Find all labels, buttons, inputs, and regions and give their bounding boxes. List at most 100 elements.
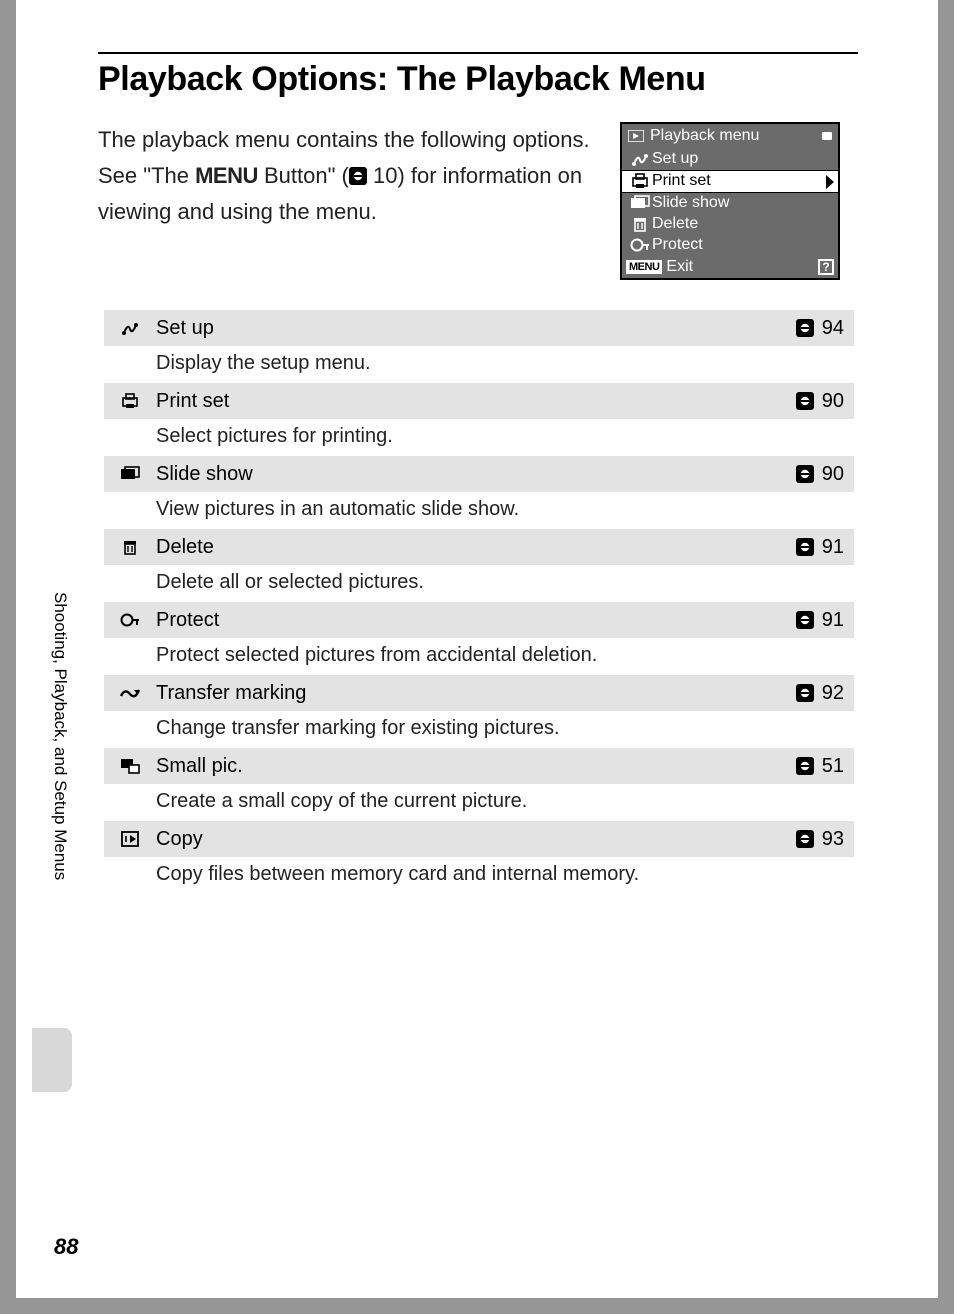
help-icon: ? (818, 259, 834, 275)
page-ref-icon (796, 465, 814, 483)
playback-icon (628, 130, 644, 142)
lcd-row-label: Print set (652, 172, 711, 190)
page-ref-icon (796, 538, 814, 556)
print-icon (628, 172, 652, 190)
page-ref-icon (796, 830, 814, 848)
option-description: Display the setup menu. (104, 346, 854, 383)
lcd-row-label: Slide show (652, 194, 729, 212)
option-name: Set up (156, 317, 214, 340)
option-name: Transfer marking (156, 682, 306, 705)
page-ref-icon (796, 757, 814, 775)
option-name: Slide show (156, 463, 253, 486)
option-head: Print set 90 (104, 383, 854, 419)
lcd-footer: MENU Exit ? (622, 256, 838, 278)
lcd-row-delete: Delete (622, 214, 838, 235)
page-ref-icon (796, 684, 814, 702)
page-ref-icon (796, 392, 814, 410)
option-description: Protect selected pictures from accidenta… (104, 638, 854, 675)
manual-page: Playback Options: The Playback Menu The … (16, 0, 938, 1298)
slide-icon (628, 195, 652, 211)
intro-prefix: See "The (98, 163, 195, 188)
option-page-number: 51 (822, 755, 844, 778)
option-page-number: 90 (822, 390, 844, 413)
option-name: Print set (156, 390, 229, 413)
intro-ref-number: 10 (367, 163, 398, 188)
option-row-copy: Copy 93 Copy files between memory card and… (104, 821, 854, 894)
option-name: Delete (156, 536, 214, 559)
lcd-row-label: Set up (652, 150, 698, 168)
option-head: Delete 91 (104, 529, 854, 565)
option-page-number: 90 (822, 463, 844, 486)
copy-icon (104, 830, 156, 848)
option-page-ref: 90 (796, 390, 844, 413)
option-name: Small pic. (156, 755, 243, 778)
option-page-ref: 91 (796, 609, 844, 632)
option-page-number: 94 (822, 317, 844, 340)
option-head: Protect 91 (104, 602, 854, 638)
option-page-number: 91 (822, 609, 844, 632)
option-head: Slide show 90 (104, 456, 854, 492)
option-head: Copy 93 (104, 821, 854, 857)
page-ref-icon (796, 611, 814, 629)
option-row-smallpic: Small pic. 51 Create a small copy of the c… (104, 748, 854, 821)
option-row-slide: Slide show 90 View pictures in an automati… (104, 456, 854, 529)
option-description: Change transfer marking for existing pic… (104, 711, 854, 748)
option-description: Select pictures for printing. (104, 419, 854, 456)
option-page-number: 91 (822, 536, 844, 559)
lcd-row-protect: Protect (622, 235, 838, 256)
lcd-row-label: Delete (652, 215, 698, 233)
lcd-row-print-set: Print set (622, 170, 838, 193)
page-number: 88 (54, 1234, 78, 1260)
setup-icon (104, 319, 156, 337)
smallpic-icon (104, 758, 156, 774)
protect-icon (628, 237, 652, 253)
page-ref-icon (349, 167, 367, 185)
print-icon (104, 392, 156, 410)
options-table: Set up94Display the setup menu.Print set… (104, 310, 854, 894)
protect-icon (104, 612, 156, 628)
option-name: Protect (156, 609, 219, 632)
lcd-row-set-up: Set up (622, 149, 838, 170)
lcd-playback-menu: Playback menu Set up Print set Slide show D… (620, 122, 840, 280)
intro-middle: Button" ( (258, 163, 349, 188)
option-row-protect: Protect 91 Protect selected pictures from … (104, 602, 854, 675)
option-row-print: Print set 90 Select pictures for printing. (104, 383, 854, 456)
section-tab-label: Shooting, Playback, and Setup Menus (50, 592, 70, 922)
delete-icon (104, 538, 156, 556)
option-description: Copy files between memory card and inter… (104, 857, 854, 894)
slide-icon (104, 466, 156, 482)
option-row-delete: Delete 91 Delete all or selected pictures. (104, 529, 854, 602)
lcd-row-slide-show: Slide show (622, 193, 838, 214)
lcd-header-text: Playback menu (650, 127, 759, 145)
section-tab (32, 1028, 72, 1092)
option-description: View pictures in an automatic slide show… (104, 492, 854, 529)
option-head: Set up 94 (104, 310, 854, 346)
option-page-ref: 94 (796, 317, 844, 340)
delete-icon (628, 215, 652, 233)
lcd-row-label: Protect (652, 236, 703, 254)
option-page-ref: 51 (796, 755, 844, 778)
option-page-ref: 90 (796, 463, 844, 486)
option-page-ref: 93 (796, 828, 844, 851)
option-page-number: 92 (822, 682, 844, 705)
exit-label: Exit (666, 258, 693, 276)
menu-button-label: MENU (195, 163, 258, 188)
setup-icon (628, 150, 652, 168)
page-ref-icon (796, 319, 814, 337)
option-page-ref: 91 (796, 536, 844, 559)
intro-line-1: The playback menu contains the following… (98, 127, 590, 152)
option-head: Small pic. 51 (104, 748, 854, 784)
option-row-transfer: Transfer marking 92 Change transfer markin… (104, 675, 854, 748)
menu-badge: MENU (626, 260, 662, 274)
option-page-ref: 92 (796, 682, 844, 705)
option-description: Create a small copy of the current pictu… (104, 784, 854, 821)
battery-icon (822, 132, 832, 140)
title-rule (98, 52, 858, 54)
lcd-header: Playback menu (622, 124, 838, 149)
option-page-number: 93 (822, 828, 844, 851)
option-description: Delete all or selected pictures. (104, 565, 854, 602)
transfer-icon (104, 686, 156, 700)
option-row-setup: Set up 94 Display the setup menu. (104, 310, 854, 383)
intro-paragraph: The playback menu contains the following… (98, 122, 618, 230)
option-name: Copy (156, 828, 203, 851)
